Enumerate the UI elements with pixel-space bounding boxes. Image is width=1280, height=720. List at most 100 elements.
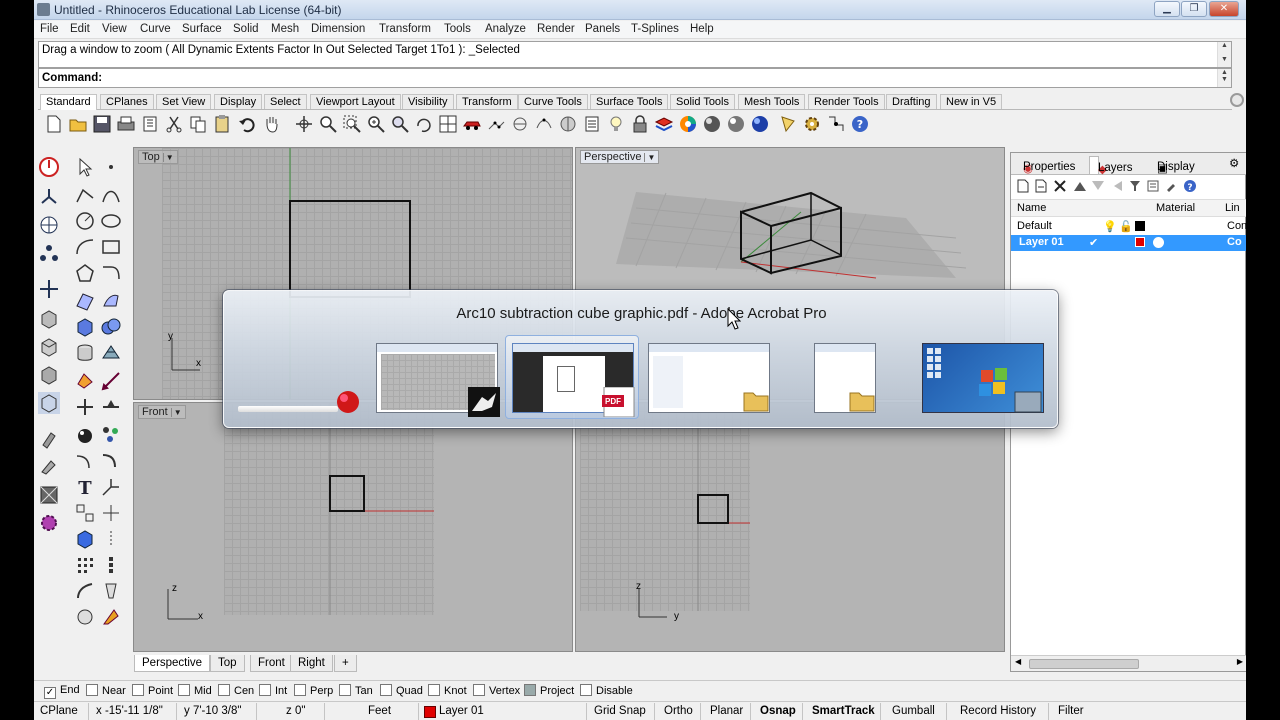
rendered-sphere-icon[interactable]	[726, 114, 746, 134]
toggle-filter[interactable]: Filter	[1058, 705, 1084, 717]
analysis-icon[interactable]	[558, 114, 578, 134]
box-icon[interactable]	[38, 308, 60, 330]
tab-surface-tools[interactable]: Surface Tools	[590, 94, 669, 109]
col-material[interactable]: Material	[1156, 202, 1195, 214]
maximize-button[interactable]: ❐	[1181, 1, 1207, 17]
checkbox-icon[interactable]	[473, 684, 485, 696]
tab-display[interactable]: Display	[214, 94, 263, 109]
panel-gear-icon[interactable]: ⚙	[1229, 156, 1239, 174]
copy-icon[interactable]	[188, 114, 208, 134]
rotate-view-icon[interactable]	[294, 114, 314, 134]
text-icon[interactable]: T	[74, 476, 96, 498]
paint-icon[interactable]	[38, 456, 60, 478]
chevron-down-icon[interactable]: ▼	[644, 153, 655, 162]
menu-file[interactable]: File	[40, 23, 59, 35]
tab-render-tools[interactable]: Render Tools	[808, 94, 885, 109]
toggle-ortho[interactable]: Ortho	[664, 705, 693, 717]
checkbox-icon[interactable]	[428, 684, 440, 696]
cylinder-icon[interactable]	[74, 342, 96, 364]
zoom-window-icon[interactable]	[342, 114, 362, 134]
menu-mesh[interactable]: Mesh	[271, 23, 299, 35]
menu-view[interactable]: View	[102, 23, 127, 35]
pan-hand-icon[interactable]	[262, 114, 282, 134]
array-icon[interactable]	[74, 554, 96, 576]
undo-view-icon[interactable]	[414, 114, 434, 134]
checkbox-icon[interactable]	[524, 684, 536, 696]
transform-icon[interactable]	[74, 396, 96, 418]
tab-display-panel[interactable]: ▣ Display	[1149, 156, 1195, 175]
material-circle-icon[interactable]	[1153, 237, 1164, 248]
ellipse-icon[interactable]	[100, 210, 122, 232]
surface-corner-icon[interactable]	[74, 290, 96, 312]
open-folder-icon[interactable]	[68, 114, 88, 134]
minimize-button[interactable]: ▁	[1154, 1, 1180, 17]
osnap-cen[interactable]: Cen	[218, 684, 254, 697]
tab-right[interactable]: Right	[290, 655, 333, 672]
polyline-icon[interactable]	[74, 184, 96, 206]
menu-analyze[interactable]: Analyze	[485, 23, 526, 35]
light-bulb-icon[interactable]: 💡	[1103, 220, 1117, 233]
osnap-near[interactable]: Near	[86, 684, 126, 697]
tab-select[interactable]: Select	[264, 94, 307, 109]
circle-icon[interactable]	[74, 210, 96, 232]
plugin-gear-icon[interactable]	[38, 512, 60, 534]
current-layer-check-icon[interactable]: ✔	[1089, 236, 1098, 249]
viewport-top-label[interactable]: Top ▼	[138, 150, 178, 164]
lock-icon[interactable]	[630, 114, 650, 134]
checkbox-icon[interactable]	[86, 684, 98, 696]
select-points-icon[interactable]	[486, 114, 506, 134]
tab-mesh-tools[interactable]: Mesh Tools	[738, 94, 806, 109]
taper-icon[interactable]	[100, 580, 122, 602]
tab-top[interactable]: Top	[210, 655, 245, 672]
rectangle-icon[interactable]	[100, 236, 122, 258]
checkbox-icon[interactable]	[339, 684, 351, 696]
layers-hscrollbar[interactable]: ◀ ▶	[1011, 655, 1246, 671]
explode-icon[interactable]	[100, 476, 122, 498]
toolbar-gear-icon[interactable]	[1230, 93, 1244, 107]
osnap-point[interactable]: Point	[132, 684, 173, 697]
mesh-icon[interactable]	[100, 342, 122, 364]
tab-viewport-layout[interactable]: Viewport Layout	[310, 94, 401, 109]
layers-icon[interactable]	[654, 114, 674, 134]
col-name[interactable]: Name	[1017, 202, 1046, 214]
scatter-icon[interactable]	[100, 424, 122, 446]
new-sublayer-icon[interactable]	[1035, 179, 1047, 193]
curve-icon[interactable]	[100, 184, 122, 206]
tab-transform[interactable]: Transform	[456, 94, 518, 109]
osnap-quad[interactable]: Quad	[380, 684, 423, 697]
shaded-sphere-icon[interactable]	[702, 114, 722, 134]
box-top-icon[interactable]	[38, 336, 60, 358]
light-bulb-icon[interactable]	[606, 114, 626, 134]
layer-color-swatch[interactable]	[1135, 237, 1145, 247]
toggle-gumball[interactable]: Gumball	[892, 705, 935, 717]
menu-panels[interactable]: Panels	[585, 23, 620, 35]
add-viewport-tab-icon[interactable]: +	[334, 655, 357, 672]
undo-icon[interactable]	[238, 114, 258, 134]
toggle-smarttrack[interactable]: SmartTrack	[812, 705, 875, 717]
render-tools-icon[interactable]	[74, 370, 96, 392]
menu-dimension[interactable]: Dimension	[311, 23, 365, 35]
tab-properties[interactable]: ◉ Properties	[1015, 156, 1075, 175]
zoom-icon[interactable]	[318, 114, 338, 134]
snap-grid-icon[interactable]	[826, 114, 846, 134]
layer-color-swatch[interactable]	[1135, 221, 1145, 231]
pattern-icon[interactable]	[38, 484, 60, 506]
help-icon[interactable]: ?	[850, 114, 870, 134]
tab-new-in-v5[interactable]: New in V5	[940, 94, 1003, 109]
tab-drafting[interactable]: Drafting	[886, 94, 937, 109]
group-icon[interactable]	[74, 502, 96, 524]
delete-layer-icon[interactable]	[1053, 179, 1067, 193]
solid-box-icon[interactable]	[74, 316, 96, 338]
menu-render[interactable]: Render	[537, 23, 575, 35]
bend-icon[interactable]	[74, 580, 96, 602]
column-array-icon[interactable]	[100, 554, 122, 576]
boolean-union-icon[interactable]	[100, 316, 122, 338]
zoom-selected-icon[interactable]	[390, 114, 410, 134]
status-layer[interactable]: Layer 01	[439, 705, 484, 717]
close-button[interactable]: ✕	[1209, 1, 1239, 17]
move-left-icon[interactable]	[1113, 180, 1123, 192]
scroll-thumb[interactable]	[1029, 659, 1139, 669]
crosshair-icon[interactable]	[38, 278, 60, 300]
checkbox-icon[interactable]	[259, 684, 271, 696]
viewport-front-label[interactable]: Front ▼	[138, 405, 186, 419]
